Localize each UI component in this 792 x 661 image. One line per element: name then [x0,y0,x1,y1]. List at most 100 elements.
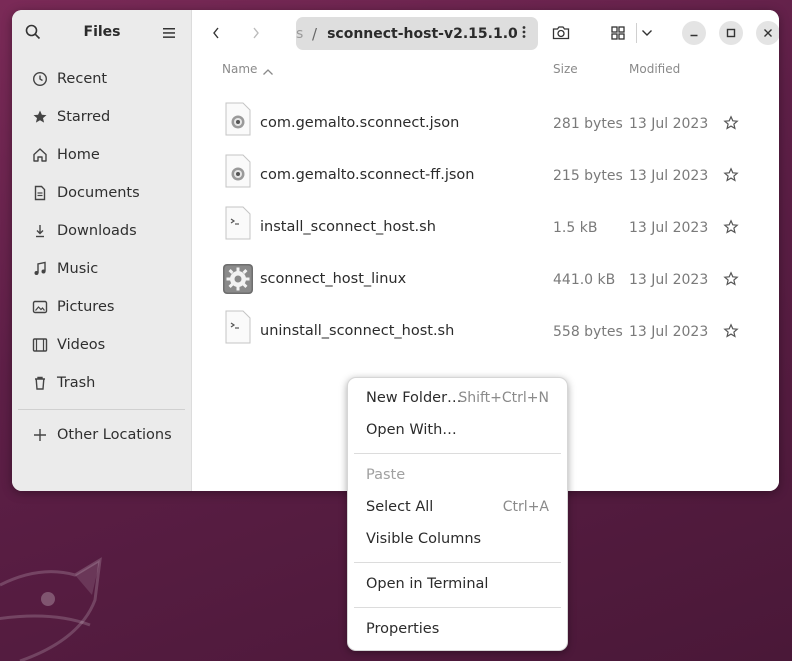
menu-item-label: Select All [366,499,434,515]
file-name: com.gemalto.sconnect.json [260,115,460,131]
menu-item-label: Open With… [366,422,457,438]
sidebar-item-label: Other Locations [57,427,172,443]
column-header-name[interactable]: Name [222,62,257,76]
video-icon [32,337,48,353]
column-header-size[interactable]: Size [553,62,578,76]
sidebar-header: Files [12,10,191,56]
menu-item-new-folder[interactable]: New Folder… Shift+Ctrl+N [366,390,549,414]
sort-ascending-icon[interactable] [262,65,274,79]
table-row[interactable]: com.gemalto.sconnect.json 281 bytes 13 J… [192,98,779,150]
sidebar-item-label: Documents [57,185,140,201]
menu-item-select-all[interactable]: Select All Ctrl+A [366,499,549,523]
sidebar-item-label: Recent [57,71,108,87]
menu-item-label: Paste [366,467,406,483]
star-icon [32,109,48,125]
file-modified: 13 Jul 2023 [629,220,709,236]
close-button[interactable] [756,21,779,45]
sidebar-item-label: Pictures [57,299,115,315]
star-toggle-icon[interactable] [723,219,739,239]
table-row[interactable]: com.gemalto.sconnect-ff.json 215 bytes 1… [192,150,779,202]
sidebar-item-trash[interactable]: Trash [12,364,191,402]
file-list: com.gemalto.sconnect.json 281 bytes 13 J… [192,98,779,358]
sidebar-item-pictures[interactable]: Pictures [12,288,191,326]
kebab-menu-icon[interactable] [522,25,526,43]
maximize-icon [726,28,736,38]
path-fragment[interactable]: s [296,26,304,42]
star-toggle-icon[interactable] [723,323,739,343]
trash-icon [32,375,48,391]
maximize-button[interactable] [719,21,743,45]
menu-separator [354,453,561,454]
table-row[interactable]: install_sconnect_host.sh 1.5 kB 13 Jul 2… [192,202,779,254]
current-folder-label[interactable]: sconnect-host-v2.15.1.0 [327,26,518,42]
file-modified: 13 Jul 2023 [629,168,709,184]
star-toggle-icon[interactable] [723,115,739,135]
picture-icon [32,299,48,315]
document-icon [32,185,48,201]
screenshot-folder-icon [552,26,570,40]
minimize-button[interactable] [682,21,706,45]
sidebar-divider [18,409,185,410]
sidebar-item-videos[interactable]: Videos [12,326,191,364]
file-size: 558 bytes [553,324,623,340]
path-bar[interactable]: s / sconnect-host-v2.15.1.0 [296,17,538,50]
sidebar-item-home[interactable]: Home [12,136,191,174]
sidebar-item-starred[interactable]: Starred [12,98,191,136]
menu-item-visible-columns[interactable]: Visible Columns [366,531,549,555]
menu-item-open-with[interactable]: Open With… [366,422,549,446]
script-file-icon [224,206,252,244]
table-row[interactable]: sconnect_host_linux 441.0 kB 13 Jul 2023 [192,254,779,306]
sidebar-item-label: Starred [57,109,111,125]
chevron-down-icon [642,30,652,36]
column-header-modified[interactable]: Modified [629,62,680,76]
file-size: 215 bytes [553,168,623,184]
menu-item-open-in-terminal[interactable]: Open in Terminal [366,576,549,600]
star-toggle-icon[interactable] [723,271,739,291]
file-name: uninstall_sconnect_host.sh [260,323,455,339]
context-menu: New Folder… Shift+Ctrl+N Open With… Past… [347,377,568,651]
path-separator: / [312,24,318,43]
clock-icon [32,71,48,87]
sidebar-item-downloads[interactable]: Downloads [12,212,191,250]
executable-file-icon [222,263,254,299]
view-options-button[interactable] [633,19,661,47]
menu-item-properties[interactable]: Properties [366,621,549,645]
menu-item-label: Visible Columns [366,531,482,547]
close-icon [764,29,772,37]
view-grid-button[interactable] [604,19,632,47]
script-file-icon [224,310,252,348]
table-row[interactable]: uninstall_sconnect_host.sh 558 bytes 13 … [192,306,779,358]
sidebar-item-label: Music [57,261,99,277]
sidebar-item-recent[interactable]: Recent [12,60,191,98]
sidebar-item-documents[interactable]: Documents [12,174,191,212]
file-name: install_sconnect_host.sh [260,219,436,235]
plus-icon [32,427,48,443]
star-toggle-icon[interactable] [723,167,739,187]
file-name: com.gemalto.sconnect-ff.json [260,167,475,183]
music-icon [32,261,48,277]
forward-button[interactable] [242,19,270,47]
sidebar-item-label: Home [57,147,100,163]
file-modified: 13 Jul 2023 [629,116,709,132]
file-size: 281 bytes [553,116,623,132]
grid-view-icon [611,26,625,40]
sidebar-item-label: Downloads [57,223,137,239]
sidebar-item-label: Videos [57,337,106,353]
menu-item-paste: Paste [366,467,549,491]
minimize-icon [690,34,698,37]
file-modified: 13 Jul 2023 [629,272,709,288]
sidebar-item-other-locations[interactable]: Other Locations [12,416,191,454]
file-size: 1.5 kB [553,220,598,236]
menu-item-label: Open in Terminal [366,576,489,592]
back-button[interactable] [202,19,230,47]
chevron-left-icon [213,27,219,39]
menu-separator [354,607,561,608]
sidebar-item-label: Trash [57,375,96,391]
sidebar-item-music[interactable]: Music [12,250,191,288]
new-folder-camera-button[interactable] [547,19,575,47]
menu-separator [354,562,561,563]
json-file-icon [224,154,252,192]
file-size: 441.0 kB [553,272,616,288]
hamburger-menu-icon[interactable] [162,25,176,44]
json-file-icon [224,102,252,140]
